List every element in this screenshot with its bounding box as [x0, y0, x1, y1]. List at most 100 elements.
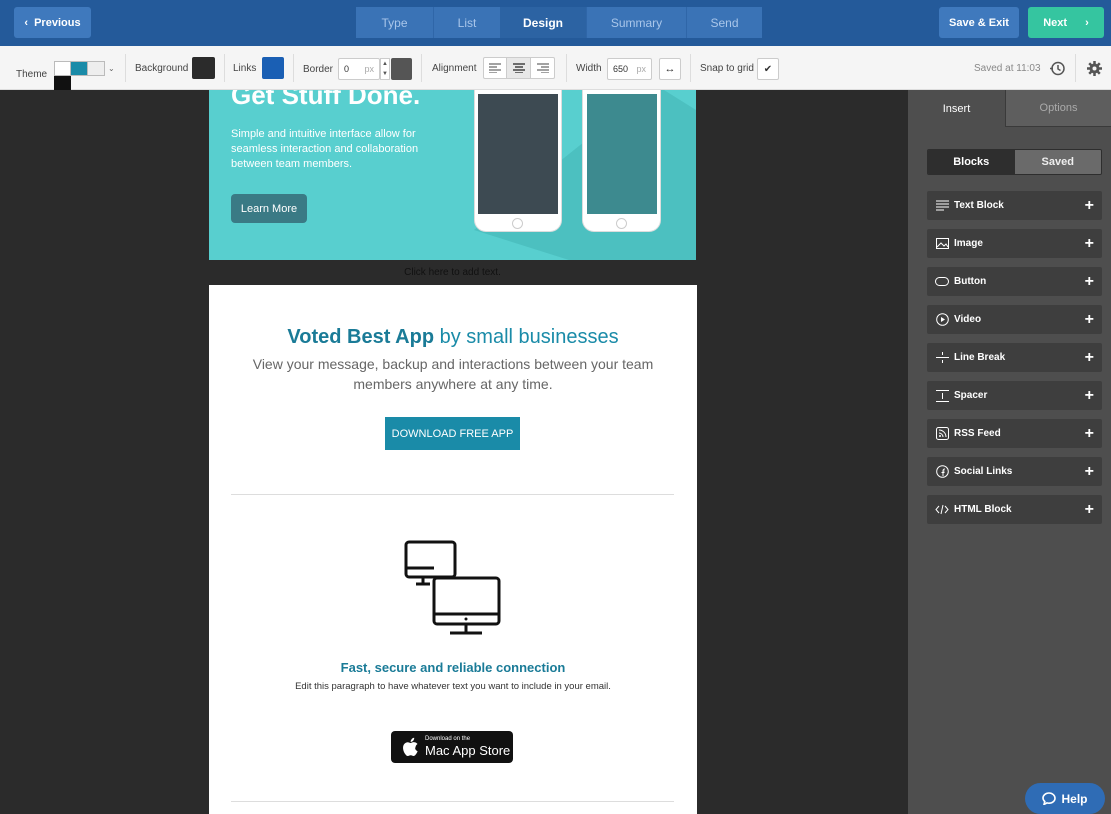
- design-toolbar: Theme ⌄ Background Links Border 0 px ▲ ▼…: [0, 46, 1111, 90]
- block-spacer[interactable]: Spacer +: [927, 381, 1102, 410]
- theme-swatch-teal: [71, 61, 88, 76]
- history-icon[interactable]: [1049, 60, 1066, 80]
- align-right-button[interactable]: [531, 57, 555, 79]
- appstore-small-text: Download on the: [425, 736, 471, 742]
- block-label: Button: [954, 276, 987, 287]
- divider: [690, 54, 691, 82]
- theme-picker[interactable]: ⌄: [54, 61, 115, 76]
- plus-icon: +: [1084, 234, 1094, 252]
- checkmark-icon: ✔: [763, 63, 773, 75]
- block-html-block[interactable]: HTML Block +: [927, 495, 1102, 524]
- block-label: Text Block: [954, 200, 1004, 211]
- divider: [125, 54, 126, 82]
- block-line-break[interactable]: Line Break +: [927, 343, 1102, 372]
- plus-icon: +: [1084, 348, 1094, 366]
- sidebar-tabs: Insert Options: [908, 90, 1111, 127]
- gear-icon[interactable]: [1086, 60, 1103, 80]
- block-label: HTML Block: [954, 504, 1012, 515]
- border-color-swatch[interactable]: [391, 58, 412, 80]
- border-stepper[interactable]: ▲ ▼: [380, 58, 390, 80]
- hero-title[interactable]: Get Stuff Done.: [231, 90, 420, 111]
- plus-icon: +: [1084, 386, 1094, 404]
- feature-description[interactable]: Edit this paragraph to have whatever tex…: [209, 681, 697, 692]
- button-icon: [935, 275, 949, 289]
- block-rss-feed[interactable]: RSS Feed +: [927, 419, 1102, 448]
- align-left-button[interactable]: [483, 57, 507, 79]
- step-send[interactable]: Send: [686, 7, 762, 38]
- tab-insert[interactable]: Insert: [908, 90, 1005, 127]
- block-video[interactable]: Video +: [927, 305, 1102, 334]
- width-input[interactable]: 650 px: [607, 58, 652, 80]
- background-label: Background: [135, 63, 189, 74]
- phone-screen: [587, 94, 657, 214]
- line-break-icon: [935, 351, 949, 365]
- segment-blocks[interactable]: Blocks: [928, 150, 1015, 174]
- hero-section[interactable]: Get Stuff Done. Simple and intuitive int…: [209, 90, 696, 260]
- voted-description[interactable]: View your message, backup and interactio…: [249, 354, 657, 394]
- block-image[interactable]: Image +: [927, 229, 1102, 258]
- plus-icon: +: [1084, 462, 1094, 480]
- right-sidebar: Insert Options Blocks Saved Text Block +…: [908, 90, 1111, 814]
- align-center-button[interactable]: [507, 57, 531, 79]
- feature-title[interactable]: Fast, secure and reliable connection: [209, 660, 697, 675]
- step-design[interactable]: Design: [500, 7, 586, 38]
- snap-checkbox[interactable]: ✔: [757, 58, 779, 80]
- save-exit-label: Save & Exit: [949, 16, 1009, 29]
- spacer-icon: [935, 389, 949, 403]
- voted-rest: by small businesses: [434, 326, 619, 348]
- phone-screen: [478, 94, 558, 214]
- divider: [421, 54, 422, 82]
- border-width-input[interactable]: 0 px: [338, 58, 380, 80]
- add-text-hint[interactable]: Click here to add text.: [209, 260, 696, 285]
- step-label: List: [457, 15, 477, 30]
- stepper-up-icon[interactable]: ▲: [381, 59, 389, 69]
- full-width-button[interactable]: ↔: [659, 58, 681, 80]
- apple-icon: [403, 737, 418, 756]
- align-right-icon: [536, 63, 549, 73]
- voted-heading[interactable]: Voted Best App by small businesses: [209, 326, 697, 349]
- appstore-big-text: Mac App Store: [425, 743, 511, 758]
- background-color-swatch[interactable]: [192, 57, 215, 79]
- hero-text[interactable]: Simple and intuitive interface allow for…: [231, 127, 441, 172]
- border-label: Border: [303, 64, 334, 75]
- divider-line: [231, 801, 674, 802]
- learn-more-button[interactable]: Learn More: [231, 194, 307, 223]
- block-button[interactable]: Button +: [927, 267, 1102, 296]
- next-label: Next: [1043, 16, 1068, 29]
- blocks-saved-toggle: Blocks Saved: [927, 149, 1102, 175]
- width-value: 650: [613, 64, 629, 74]
- block-label: Image: [954, 238, 983, 249]
- block-label: RSS Feed: [954, 428, 1001, 439]
- block-text-block[interactable]: Text Block +: [927, 191, 1102, 220]
- help-button[interactable]: Help: [1025, 783, 1105, 814]
- code-icon: [935, 503, 949, 517]
- email-canvas: Get Stuff Done. Simple and intuitive int…: [0, 90, 908, 814]
- text-lines-icon: [935, 199, 949, 213]
- plus-icon: +: [1084, 272, 1094, 290]
- save-exit-button[interactable]: Save & Exit: [939, 7, 1019, 38]
- wizard-steps: Type List Design Summary Send: [356, 7, 762, 38]
- theme-swatch-dark: [54, 76, 71, 90]
- saved-status: Saved at 11:03: [974, 63, 1041, 74]
- alignment-label: Alignment: [432, 63, 477, 74]
- stepper-down-icon[interactable]: ▼: [381, 69, 389, 79]
- previous-button[interactable]: ‹ Previous: [14, 7, 91, 38]
- next-button[interactable]: Next ›: [1028, 7, 1104, 38]
- links-label: Links: [233, 63, 257, 74]
- step-label: Design: [522, 15, 563, 30]
- divider: [293, 54, 294, 82]
- voted-bold: Voted Best App: [287, 326, 435, 348]
- block-social-links[interactable]: Social Links +: [927, 457, 1102, 486]
- step-list[interactable]: List: [433, 7, 500, 38]
- segment-saved[interactable]: Saved: [1014, 150, 1101, 174]
- border-unit: px: [364, 64, 374, 74]
- divider: [1075, 54, 1076, 82]
- help-label: Help: [1061, 791, 1088, 806]
- links-color-swatch[interactable]: [262, 57, 284, 79]
- step-summary[interactable]: Summary: [586, 7, 686, 38]
- align-left-icon: [489, 63, 501, 73]
- step-type[interactable]: Type: [356, 7, 433, 38]
- download-free-app-button[interactable]: DOWNLOAD FREE APP: [385, 417, 520, 450]
- mac-app-store-badge[interactable]: Download on the Mac App Store: [391, 731, 513, 763]
- tab-options[interactable]: Options: [1005, 90, 1111, 127]
